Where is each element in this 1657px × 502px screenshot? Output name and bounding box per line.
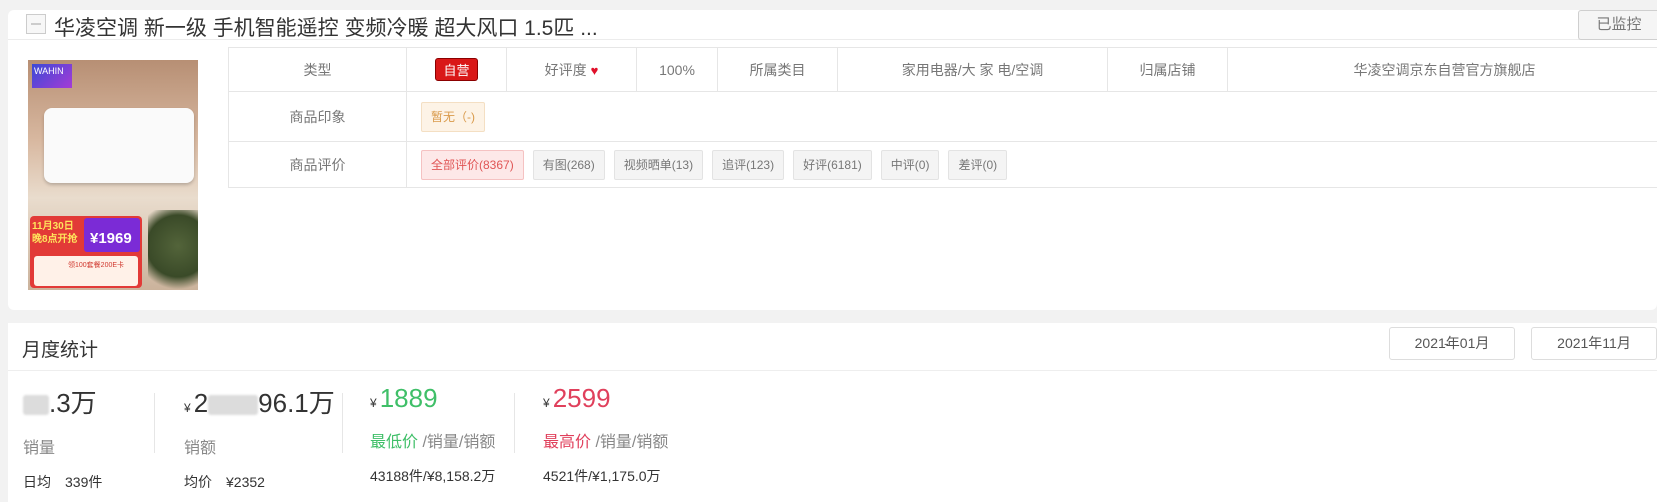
review-chip-all[interactable]: 全部评价(8367) [421,149,524,180]
impression-chip[interactable]: 暂无（-) [421,101,485,132]
product-info-table: 类型 自营 好评度 ♥ 100% 所属类目 家用电器/大 家 电/空调 归属店铺 … [228,47,1657,188]
stat-divider [514,393,515,453]
sales-value: .3万 [23,383,102,420]
review-chip-followup[interactable]: 追评(123) [712,149,785,180]
date-to-input[interactable]: 2021年11月 [1531,327,1657,360]
impression-label: 商品印象 [228,91,407,142]
revenue-label: 销额 [184,440,217,457]
review-chip-video[interactable]: 视频晒单(13) [613,149,704,180]
stat-divider [154,393,155,453]
category-label: 所属类目 [717,47,838,92]
promo-coupon-text: 领100套餐200E卡 [34,256,138,286]
heart-icon: ♥ [590,62,599,78]
monthly-stats-title: 月度统计 [22,340,99,361]
image-placeholder-icon [26,14,46,34]
date-from-input[interactable]: 2021年01月 [1389,327,1515,360]
stat-min-price: ¥1889 最低价 /销量/销额 43188件/¥8,158.2万 [370,383,495,486]
sales-label: 销量 [23,440,56,457]
redacted-block [208,395,259,416]
revenue-value: ¥2 96.1万 [184,388,335,418]
brand-logo: WAHIN [32,64,72,88]
stat-divider [342,393,343,453]
monthly-stats-card: 月度统计 2021年01月 - 2021年11月 .3万 销量 日均 339件 ¥… [8,323,1657,502]
min-price-label: 最低价 /销量/销额 [370,434,496,451]
review-chip-neutral[interactable]: 中评(0) [880,149,940,180]
review-label: 商品评价 [228,141,407,188]
min-price-value: ¥1889 [370,383,438,413]
stat-revenue: ¥2 96.1万 销额 均价 ¥2352 [184,383,335,492]
sales-daily: 日均 339件 [23,474,103,490]
info-row-basic: 类型 自营 好评度 ♥ 100% 所属类目 家用电器/大 家 电/空调 归属店铺 … [228,47,1657,92]
product-card: 华凌空调 新一级 手机智能遥控 变频冷暖 超大风口 1.5匹 ... 已监控 W… [8,10,1657,310]
review-chips: 全部评价(8367) 有图(268) 视频晒单(13) 追评(123) 好评(6181)… [406,141,1657,188]
max-price-label: 最高价 /销量/销额 [543,434,669,451]
self-operated-badge: 自营 [435,58,478,81]
category-value[interactable]: 家用电器/大 家 电/空调 [837,47,1108,92]
max-price-value: ¥2599 [543,383,611,413]
plant-illustration [148,210,198,290]
stats-divider [8,370,1657,371]
min-price-sub: 43188件/¥8,158.2万 [370,468,496,484]
promo-banner: 11月30日 晚8点开抢 ¥1969 领100套餐200E卡 [30,216,142,288]
type-label: 类型 [228,47,407,92]
product-image[interactable]: WAHIN 11月30日 晚8点开抢 ¥1969 领100套餐200E卡 [28,60,198,290]
max-price-sub: 4521件/¥1,175.0万 [543,468,661,484]
info-row-reviews: 商品评价 全部评价(8367) 有图(268) 视频晒单(13) 追评(123) 好评(… [228,141,1657,188]
review-chip-with-images[interactable]: 有图(268) [532,149,605,180]
product-title[interactable]: 华凌空调 新一级 手机智能遥控 变频冷暖 超大风口 1.5匹 ... [54,12,598,42]
redacted-block [23,395,49,416]
product-title-row: 华凌空调 新一级 手机智能遥控 变频冷暖 超大风口 1.5匹 ... 已监控 [8,10,1657,40]
shop-value[interactable]: 华凌空调京东自营官方旗舰店 [1227,47,1657,92]
revenue-average: 均价 ¥2352 [184,474,265,490]
rating-label-cell: 好评度 ♥ [506,47,637,92]
stat-max-price: ¥2599 最高价 /销量/销额 4521件/¥1,175.0万 [543,383,668,486]
rating-label: 好评度 [544,61,587,78]
type-cell: 自营 [406,47,507,92]
impression-cell: 暂无（-) [406,91,1657,142]
rating-value: 100% [636,47,718,92]
promo-price: ¥1969 [84,218,140,252]
stat-sales: .3万 销量 日均 339件 [23,383,102,492]
promo-date-text: 11月30日 晚8点开抢 [32,221,78,245]
air-conditioner-illustration [44,108,194,183]
review-chip-positive[interactable]: 好评(6181) [793,149,872,180]
monitored-button[interactable]: 已监控 [1578,10,1657,40]
shop-label: 归属店铺 [1107,47,1228,92]
date-separator: - [1444,335,1449,351]
review-chip-negative[interactable]: 差评(0) [948,149,1008,180]
info-row-impression: 商品印象 暂无（-) [228,91,1657,142]
